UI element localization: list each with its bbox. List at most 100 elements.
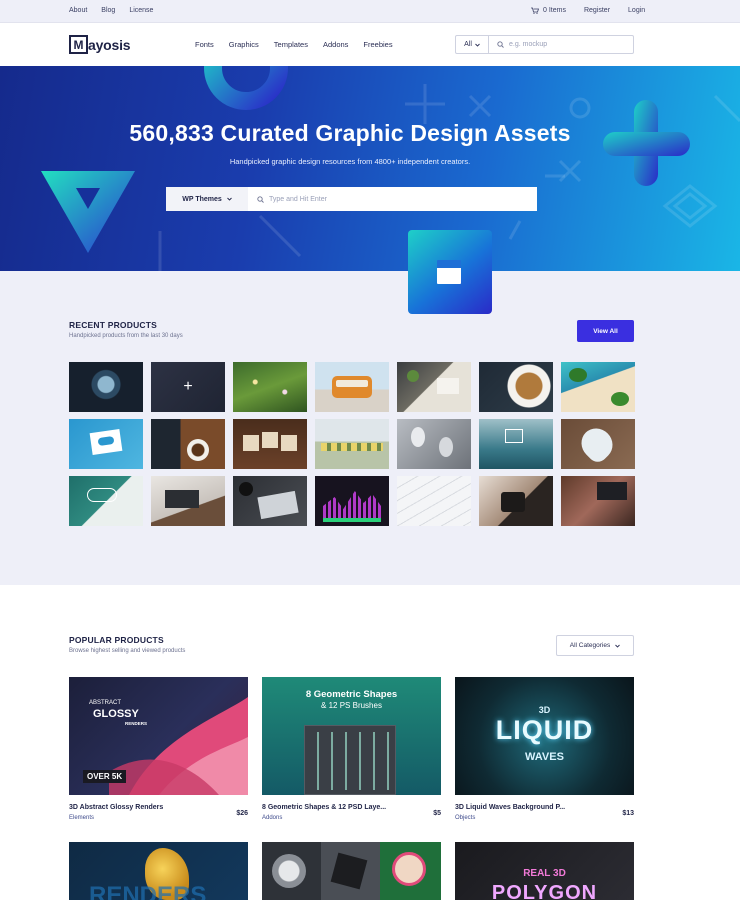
card-art-line3: RENDERS xyxy=(125,721,148,726)
recent-products-subtitle: Handpicked products from the last 30 day… xyxy=(69,333,183,339)
hero-search-category-select[interactable]: WP Themes xyxy=(166,187,248,211)
product-thumb-sketch[interactable] xyxy=(69,476,143,526)
decorative-square xyxy=(408,230,492,314)
login-link[interactable]: Login xyxy=(628,7,645,14)
product-thumb-equalizer[interactable] xyxy=(315,476,389,526)
register-link[interactable]: Register xyxy=(584,7,610,14)
decorative-shapes xyxy=(41,66,740,271)
hero-search: WP Themes Type and Hit Enter xyxy=(166,187,537,211)
hero-search-placeholder: Type and Hit Enter xyxy=(269,195,327,203)
product-card[interactable]: ABSTRACT GLOSSY RENDERS OVER 5K 3D Abstr… xyxy=(69,677,248,821)
hero-search-category-label: WP Themes xyxy=(182,195,222,203)
product-thumb-laptop-desk[interactable] xyxy=(151,476,225,526)
view-all-button[interactable]: View All xyxy=(577,320,634,342)
chevron-down-icon xyxy=(615,644,621,648)
product-thumb-lens[interactable] xyxy=(69,362,143,412)
recent-products-grid: + xyxy=(69,362,635,526)
product-name[interactable]: 3D Liquid Waves Background P... xyxy=(455,804,565,811)
product-card-image[interactable]: 8 Geometric Shapes & 12 PS Brushes xyxy=(262,677,441,795)
product-thumb-ocean-hand[interactable] xyxy=(479,419,553,469)
product-card-image[interactable]: RENDERS xyxy=(69,842,248,900)
product-name[interactable]: 8 Geometric Shapes & 12 PSD Laye... xyxy=(262,804,386,811)
chevron-down-icon xyxy=(226,197,232,201)
nav-freebies[interactable]: Freebies xyxy=(363,40,392,49)
product-price: $13 xyxy=(622,810,634,817)
product-thumb-seo-tiles[interactable] xyxy=(233,419,307,469)
product-thumb-coffee-table[interactable] xyxy=(151,419,225,469)
product-name[interactable]: 3D Abstract Glossy Renders xyxy=(69,804,163,811)
product-card[interactable] xyxy=(262,842,441,900)
card-art-text: RENDERS xyxy=(89,882,207,900)
popular-products-title: POPULAR PRODUCTS xyxy=(69,635,164,645)
product-thumb-lightbulbs[interactable] xyxy=(397,419,471,469)
search-icon xyxy=(257,195,264,203)
nav-fonts[interactable]: Fonts xyxy=(195,40,214,49)
card-art-line2: GLOSSY xyxy=(93,708,139,720)
product-thumb-palm-beach[interactable] xyxy=(561,362,635,412)
header-search-category-select[interactable]: All xyxy=(456,36,489,53)
nav-templates[interactable]: Templates xyxy=(274,40,308,49)
product-thumb-flowers[interactable] xyxy=(315,419,389,469)
hero-title: 560,833 Curated Graphic Design Assets xyxy=(129,120,571,146)
product-card[interactable]: REAL 3D POLYGON xyxy=(455,842,634,900)
card-art-line3: WAVES xyxy=(525,751,564,763)
hero-search-input[interactable]: Type and Hit Enter xyxy=(248,196,327,203)
product-price: $26 xyxy=(236,810,248,817)
main-header: M ayosis Fonts Graphics Templates Addons… xyxy=(0,23,740,66)
header-search-input[interactable]: e.g. mockup xyxy=(489,41,547,48)
main-nav: Fonts Graphics Templates Addons Freebies xyxy=(195,40,408,49)
product-thumb-desk-plants[interactable] xyxy=(397,362,471,412)
category-filter-select[interactable]: All Categories xyxy=(556,635,634,656)
card-art-line1: REAL 3D xyxy=(523,868,566,879)
license-link[interactable]: License xyxy=(129,7,153,14)
product-card[interactable]: RENDERS xyxy=(69,842,248,900)
product-thumb-coffee-cup[interactable] xyxy=(479,362,553,412)
blog-link[interactable]: Blog xyxy=(101,7,115,14)
product-card-image[interactable]: REAL 3D POLYGON xyxy=(455,842,634,900)
product-card-image[interactable]: 3D LIQUID WAVES xyxy=(455,677,634,795)
logo[interactable]: M ayosis xyxy=(69,35,131,54)
product-thumb-bus[interactable] xyxy=(315,362,389,412)
nav-graphics[interactable]: Graphics xyxy=(229,40,259,49)
product-card[interactable]: 8 Geometric Shapes & 12 PS Brushes 8 Geo… xyxy=(262,677,441,821)
card-art-badge: OVER 5K xyxy=(83,770,127,783)
logo-mark: M xyxy=(69,35,88,54)
product-thumb-add[interactable]: + xyxy=(151,362,225,412)
cart-link[interactable]: 0 Items xyxy=(531,7,566,14)
product-card-image[interactable] xyxy=(262,842,441,900)
card-art-line1: 3D xyxy=(538,705,551,715)
popular-products-subtitle: Browse highest selling and viewed produc… xyxy=(69,648,186,654)
category-filter-label: All Categories xyxy=(569,642,611,649)
product-card[interactable]: 3D LIQUID WAVES 3D Liquid Waves Backgrou… xyxy=(455,677,634,821)
card-art-line2: LIQUID xyxy=(495,715,594,745)
product-thumb-keyboard[interactable] xyxy=(397,476,471,526)
plus-icon: + xyxy=(183,378,193,395)
card-art-line2: POLYGON xyxy=(491,882,598,900)
product-thumb-camera[interactable] xyxy=(479,476,553,526)
hero-banner: 560,833 Curated Graphic Design Assets Ha… xyxy=(0,66,740,271)
card-art-line1: ABSTRACT xyxy=(89,700,122,706)
nav-addons[interactable]: Addons xyxy=(323,40,348,49)
logo-text: ayosis xyxy=(88,36,131,53)
product-thumb-heart-tag[interactable] xyxy=(561,419,635,469)
cart-label: 0 Items xyxy=(543,7,566,14)
product-category[interactable]: Objects xyxy=(455,815,475,821)
product-card-image[interactable]: ABSTRACT GLOSSY RENDERS OVER 5K xyxy=(69,677,248,795)
card-art-line2: & 12 PS Brushes xyxy=(321,701,382,710)
top-bar: About Blog License 0 Items Register Logi… xyxy=(0,0,740,23)
chevron-down-icon xyxy=(475,43,480,47)
card-art-line1: 8 Geometric Shapes xyxy=(305,689,398,700)
header-search: All e.g. mockup xyxy=(455,35,634,54)
product-thumb-grass[interactable] xyxy=(233,362,307,412)
product-category[interactable]: Addons xyxy=(262,815,282,821)
about-link[interactable]: About xyxy=(69,7,87,14)
brush-panel-art xyxy=(304,725,396,795)
top-links: About Blog License xyxy=(69,7,153,14)
cart-icon xyxy=(531,7,539,14)
product-thumb-tablet-desk[interactable] xyxy=(233,476,307,526)
product-thumb-workspace[interactable] xyxy=(561,476,635,526)
product-category[interactable]: Elements xyxy=(69,815,94,821)
search-icon xyxy=(497,41,504,48)
product-thumb-cloud-card[interactable] xyxy=(69,419,143,469)
product-price: $5 xyxy=(433,810,441,817)
